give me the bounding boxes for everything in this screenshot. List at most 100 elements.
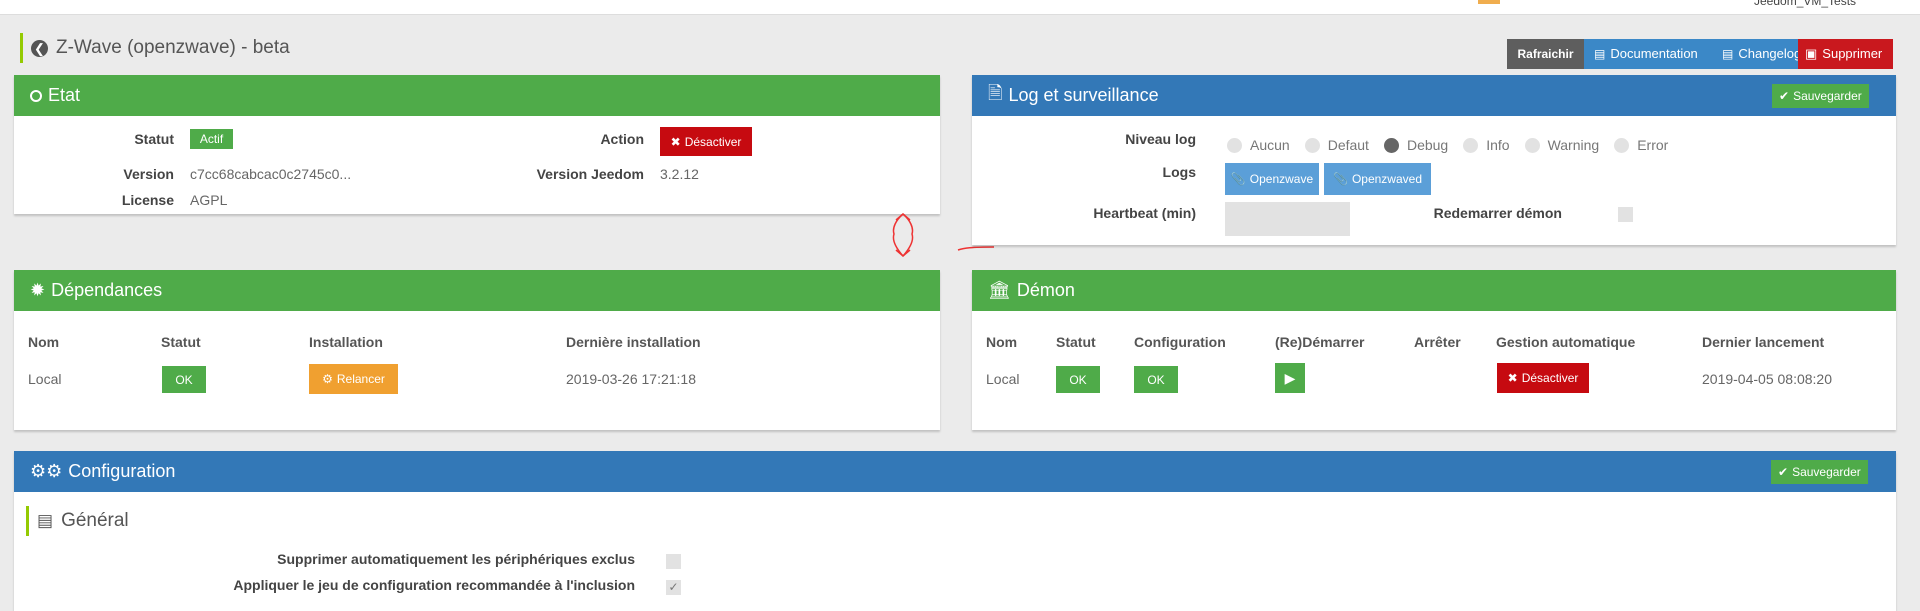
radio-defaut[interactable] (1304, 137, 1320, 153)
action-label: Action (600, 131, 644, 147)
dep-row-nom: Local (28, 371, 62, 387)
notification-icon[interactable] (1478, 0, 1500, 4)
demon-header-redemarrer: (Re)Démarrer (1275, 334, 1365, 350)
delete-button[interactable]: ▣ Supprimer (1798, 39, 1893, 69)
dep-header-nom: Nom (28, 334, 60, 350)
etat-panel: Etat Statut Actif Action ✖ Désactiver Ve… (14, 75, 940, 214)
configuration-header: ⚙⚙ Configuration ✔ Sauvegarder (14, 451, 1896, 492)
restart-daemon-checkbox[interactable] (1618, 207, 1633, 222)
list-icon: ▤ (37, 511, 54, 530)
option-recommended-config-label: Appliquer le jeu de configuration recomm… (233, 577, 635, 593)
version-label: Version (123, 166, 174, 182)
radio-info[interactable] (1463, 137, 1479, 153)
openzwaved-log-button[interactable]: 📎 Openzwaved (1324, 163, 1431, 195)
level-aucun-label: Aucun (1250, 137, 1290, 153)
bank-icon: 🏛 (988, 280, 1011, 300)
etat-title: Etat (48, 85, 81, 105)
log-title: Log et surveillance (1008, 85, 1159, 105)
paperclip-icon: 📎 (1333, 172, 1348, 186)
config-save-label: Sauvegarder (1792, 465, 1861, 479)
relaunch-label: Relancer (336, 372, 385, 386)
demon-header-configuration: Configuration (1134, 334, 1226, 350)
configuration-title: Configuration (68, 461, 176, 481)
statut-badge: Actif (190, 129, 233, 149)
refresh-label: Rafraichir (1517, 47, 1574, 61)
license-value: AGPL (190, 192, 228, 208)
bicycle-icon: ⚙ (322, 372, 333, 386)
back-arrow-icon[interactable]: ❮ (31, 39, 48, 57)
niveau-log-label: Niveau log (1125, 131, 1196, 147)
dep-header-derniere: Dernière installation (566, 334, 701, 350)
radio-warning[interactable] (1524, 137, 1540, 153)
option-recommended-config-checkbox[interactable]: ✓ (666, 580, 681, 595)
top-navbar: Jeedom_VM_Tests (0, 0, 1920, 15)
documentation-button[interactable]: ▤ Documentation (1584, 39, 1716, 69)
check-circle-icon: ✔ (1779, 89, 1790, 103)
radio-debug[interactable] (1383, 137, 1399, 153)
restart-daemon-label: Redemarrer démon (1433, 205, 1562, 221)
play-icon: ▶ (1284, 369, 1296, 386)
log-panel: 🗎 Log et surveillance ✔ Sauvegarder Nive… (972, 75, 1896, 245)
dep-header-installation: Installation (309, 334, 383, 350)
version-jeedom-value: 3.2.12 (660, 166, 699, 182)
auto-management-deactivate-button[interactable]: ✖ Désactiver (1497, 363, 1589, 393)
paperclip-icon: 📎 (1230, 172, 1246, 186)
auto-deactivate-label: Désactiver (1521, 371, 1579, 385)
check-circle-icon: ✔ (1778, 465, 1789, 479)
demon-config-badge: OK (1134, 366, 1178, 393)
demon-status-badge: OK (1056, 366, 1100, 393)
refresh-circle-icon (30, 89, 42, 102)
dep-header-statut: Statut (161, 334, 201, 350)
level-warning-label: Warning (1547, 137, 1600, 153)
openzwave-log-button[interactable]: 📎 Openzwave (1225, 163, 1319, 195)
license-label: License (121, 192, 174, 208)
log-save-label: Sauvegarder (1793, 89, 1862, 103)
heartbeat-label: Heartbeat (min) (1093, 205, 1196, 221)
version-value: c7cc68cabcac0c2745c0... (190, 166, 352, 182)
demon-header-arreter: Arrêter (1414, 334, 1461, 350)
level-info-label: Info (1486, 137, 1510, 153)
deactivate-plugin-button[interactable]: ✖ Désactiver (660, 127, 752, 156)
logs-label: Logs (1162, 164, 1196, 180)
cog-icon: ✹ (30, 280, 46, 300)
trash-icon: ▣ (1805, 46, 1818, 61)
deactivate-label: Désactiver (684, 134, 742, 149)
log-level-radio-group: Aucun Defaut Debug Info Warning Error (1227, 137, 1668, 153)
demon-header: 🏛 Démon (972, 270, 1896, 311)
dependances-title: Dépendances (51, 280, 163, 300)
delete-label: Supprimer (1822, 46, 1883, 61)
level-defaut-label: Defaut (1327, 137, 1369, 153)
book-icon: ▤ (1722, 47, 1734, 61)
section-general: ▤ Général (26, 506, 129, 536)
start-daemon-button[interactable]: ▶ (1275, 363, 1305, 393)
demon-header-gestion: Gestion automatique (1496, 334, 1636, 350)
openzwaved-log-label: Openzwaved (1351, 172, 1422, 186)
config-save-button[interactable]: ✔ Sauvegarder (1771, 460, 1868, 484)
radio-aucun[interactable] (1227, 137, 1242, 153)
demon-header-nom: Nom (986, 334, 1018, 350)
heartbeat-input[interactable] (1225, 202, 1350, 236)
user-name[interactable]: Jeedom_VM_Tests (1754, 0, 1856, 8)
demon-last-launch: 2019-04-05 08:08:20 (1702, 371, 1832, 387)
close-icon: ✖ (670, 134, 681, 149)
level-debug-label: Debug (1406, 137, 1449, 153)
dep-last-install: 2019-03-26 17:21:18 (566, 371, 696, 387)
dependances-header: ✹ Dépendances (14, 270, 940, 311)
refresh-button[interactable]: Rafraichir (1507, 39, 1584, 69)
radio-error[interactable] (1614, 137, 1630, 153)
option-auto-delete-checkbox[interactable] (666, 554, 681, 569)
page-title: ❮ Z-Wave (openzwave) - beta (20, 33, 290, 63)
log-save-button[interactable]: ✔ Sauvegarder (1772, 84, 1869, 108)
book-icon: ▤ (1594, 47, 1606, 61)
close-icon: ✖ (1507, 371, 1518, 385)
demon-row-nom: Local (986, 371, 1020, 387)
page-title-text: Z-Wave (openzwave) - beta (56, 37, 290, 58)
relaunch-install-button[interactable]: ⚙ Relancer (309, 364, 398, 394)
cogs-icon: ⚙⚙ (30, 461, 63, 481)
file-icon: 🗎 (988, 82, 1003, 103)
option-auto-delete-label: Supprimer automatiquement les périphériq… (277, 551, 635, 567)
changelog-button[interactable]: ▤ Changelog (1716, 39, 1801, 69)
demon-header-dernier: Dernier lancement (1702, 334, 1825, 350)
openzwave-log-label: Openzwave (1249, 172, 1314, 186)
level-error-label: Error (1637, 137, 1669, 153)
